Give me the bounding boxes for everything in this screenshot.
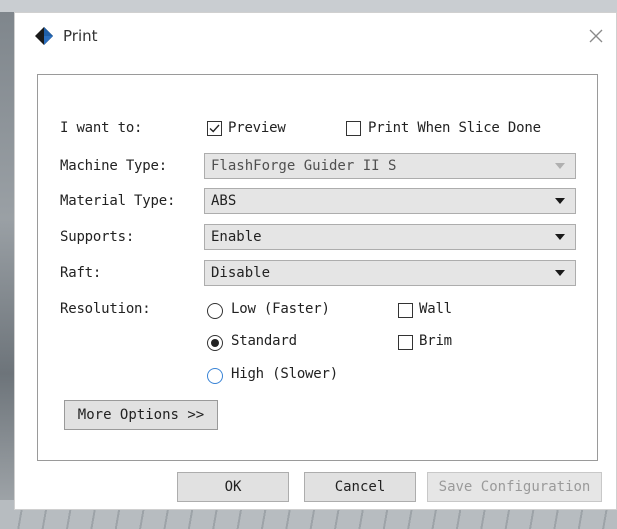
save-configuration-button: Save Configuration	[427, 472, 602, 502]
resolution-high-radio[interactable]	[207, 368, 223, 384]
resolution-low-radio[interactable]	[207, 303, 223, 319]
resolution-low-label[interactable]: Low (Faster)	[231, 301, 330, 317]
cancel-button[interactable]: Cancel	[304, 472, 416, 502]
print-dialog: Print I want to: Preview Print When Slic…	[14, 12, 617, 510]
close-icon[interactable]	[583, 23, 609, 49]
background-viewport-left	[0, 12, 14, 529]
machine-type-value: FlashForge Guider II S	[211, 158, 397, 174]
window-title: Print	[63, 27, 98, 45]
diamond-app-icon	[35, 27, 53, 45]
resolution-high-label[interactable]: High (Slower)	[231, 366, 338, 382]
chevron-down-icon	[555, 163, 565, 169]
brim-checkbox[interactable]	[398, 335, 413, 350]
raft-select[interactable]: Disable	[204, 260, 576, 286]
preview-checkbox[interactable]	[207, 121, 222, 136]
resolution-standard-radio[interactable]	[207, 335, 223, 351]
brim-label[interactable]: Brim	[419, 333, 452, 349]
resolution-label: Resolution:	[60, 301, 151, 317]
machine-type-label: Machine Type:	[60, 158, 167, 174]
wall-label[interactable]: Wall	[419, 301, 452, 317]
supports-select[interactable]: Enable	[204, 224, 576, 250]
more-options-button[interactable]: More Options >>	[64, 400, 218, 430]
raft-label: Raft:	[60, 265, 102, 281]
supports-value: Enable	[211, 229, 262, 245]
raft-value: Disable	[211, 265, 271, 281]
i-want-to-label: I want to:	[60, 120, 143, 136]
material-type-select[interactable]: ABS	[204, 188, 576, 214]
material-type-label: Material Type:	[60, 193, 176, 209]
background-viewport-top	[0, 0, 617, 12]
chevron-down-icon	[555, 234, 565, 240]
title-bar: Print	[15, 13, 616, 59]
chevron-down-icon	[555, 270, 565, 276]
wall-checkbox[interactable]	[398, 303, 413, 318]
supports-label: Supports:	[60, 229, 135, 245]
chevron-down-icon	[555, 198, 565, 204]
print-when-slice-done-label[interactable]: Print When Slice Done	[368, 120, 541, 136]
machine-type-select: FlashForge Guider II S	[204, 153, 576, 179]
print-when-slice-done-checkbox[interactable]	[346, 121, 361, 136]
resolution-standard-label[interactable]: Standard	[231, 333, 297, 349]
ok-button[interactable]: OK	[177, 472, 289, 502]
options-panel: I want to: Preview Print When Slice Done…	[37, 74, 598, 461]
material-type-value: ABS	[211, 193, 237, 209]
preview-label[interactable]: Preview	[228, 120, 286, 136]
